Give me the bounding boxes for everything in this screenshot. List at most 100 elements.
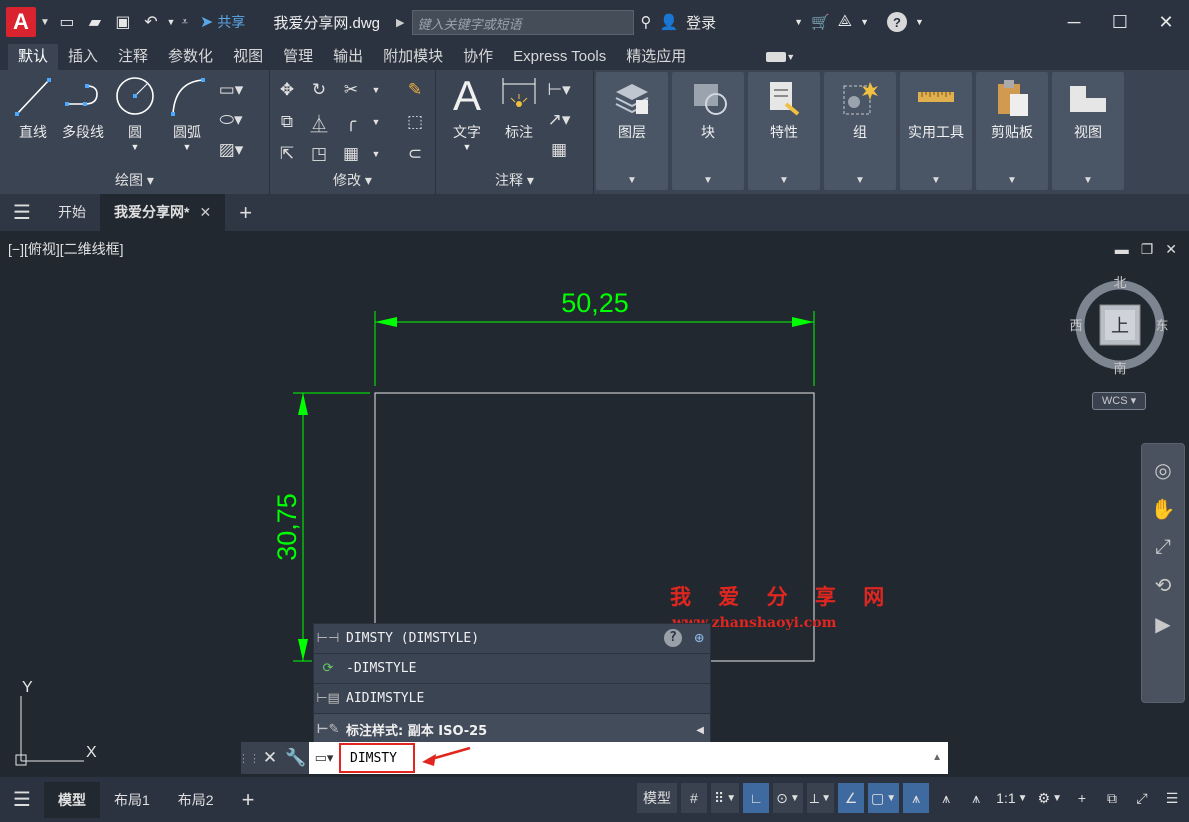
app-dropdown-icon[interactable]: ▼: [860, 17, 869, 27]
circle-tool[interactable]: 圆 ▼: [108, 74, 162, 152]
arc-tool[interactable]: 圆弧 ▼: [160, 74, 214, 152]
tab-current-drawing[interactable]: 我爱分享网* ✕: [100, 194, 226, 231]
trim-dropdown-icon[interactable]: ▼: [370, 78, 382, 102]
viewcube-top-face[interactable]: 上: [1111, 316, 1129, 336]
share-button[interactable]: ➤ 共享: [200, 12, 245, 32]
layers-dropdown-icon[interactable]: ▼: [596, 175, 668, 186]
properties-button[interactable]: 特性 ▼: [748, 72, 820, 190]
properties-dropdown-icon[interactable]: ▼: [748, 175, 820, 186]
isodraft-icon[interactable]: ⟂ ▼: [806, 783, 835, 813]
compass-north[interactable]: 北: [1113, 275, 1126, 290]
expand-left-icon[interactable]: ◀: [696, 725, 704, 736]
undo-icon[interactable]: ↶: [138, 9, 164, 35]
tab-layout1[interactable]: 布局1: [100, 782, 164, 818]
clipboard-dropdown-icon[interactable]: ▼: [976, 175, 1048, 186]
block-button[interactable]: 块 ▼: [672, 72, 744, 190]
ortho-icon[interactable]: ∟: [743, 783, 770, 813]
grid-icon[interactable]: #: [680, 783, 707, 813]
file-tabs-menu-icon[interactable]: ☰: [0, 194, 44, 231]
command-customize-icon[interactable]: 🔧: [283, 742, 309, 774]
tab-model[interactable]: 模型: [44, 781, 100, 818]
tab-layout2[interactable]: 布局2: [164, 782, 228, 818]
draw-panel-title[interactable]: 绘图 ▾: [0, 170, 269, 190]
group-dropdown-icon[interactable]: ▼: [824, 175, 896, 186]
tab-insert[interactable]: 插入: [58, 44, 108, 70]
hatch-icon[interactable]: ▨▾: [218, 138, 244, 162]
tab-default[interactable]: 默认: [8, 44, 59, 70]
tab-collaborate[interactable]: 协作: [453, 44, 503, 70]
command-line-grip-handle[interactable]: ⋮⋮: [238, 742, 260, 774]
help-icon[interactable]: ?: [664, 629, 682, 647]
command-prompt-icon[interactable]: ▭▾: [309, 742, 339, 774]
annotation-scale-icon[interactable]: ⩚: [963, 783, 989, 813]
command-close-icon[interactable]: ✕: [257, 742, 283, 774]
tab-addins[interactable]: 附加模块: [373, 44, 453, 70]
compass-west[interactable]: 西: [1070, 318, 1083, 333]
arc-dropdown-icon[interactable]: ▼: [160, 142, 214, 152]
tab-start[interactable]: 开始: [44, 194, 100, 231]
compass-east[interactable]: 东: [1155, 318, 1168, 333]
block-dropdown-icon[interactable]: ▼: [672, 175, 744, 186]
viewcube[interactable]: 上 北 南 东 西: [1070, 275, 1170, 375]
tab-manage[interactable]: 管理: [273, 44, 323, 70]
zoom-extents-icon[interactable]: ⤢: [1155, 536, 1171, 559]
tab-view[interactable]: 视图: [223, 44, 273, 70]
search-input[interactable]: 键入关键字或短语: [412, 9, 635, 35]
minimize-icon[interactable]: ─: [1051, 0, 1097, 44]
user-icon[interactable]: 👤: [659, 13, 678, 31]
new-file-icon[interactable]: ▭: [54, 9, 80, 35]
explode-icon[interactable]: ⬚: [402, 110, 428, 134]
rotate-icon[interactable]: ↻: [306, 78, 332, 102]
ellipse-icon[interactable]: ⬭▾: [218, 108, 244, 132]
app-menu-dropdown-icon[interactable]: ▼: [40, 17, 50, 28]
move-icon[interactable]: ✥: [274, 78, 300, 102]
mirror-icon[interactable]: ⏅: [306, 110, 332, 134]
object-snap-icon[interactable]: ▢ ▼: [868, 783, 900, 813]
line-tool[interactable]: 直线: [6, 74, 60, 142]
open-folder-icon[interactable]: ▰: [82, 9, 108, 35]
autocomplete-category-dimstyle[interactable]: ⊢✎ 标注样式: 副本 ISO-25 ◀: [314, 714, 710, 744]
horizontal-dimension[interactable]: 50,25: [374, 288, 815, 386]
help-icon[interactable]: ?: [886, 12, 907, 32]
array-icon[interactable]: ▦: [338, 142, 364, 166]
compass-south[interactable]: 南: [1113, 361, 1126, 375]
autocomplete-item-minus-dimstyle[interactable]: ⟳ -DIMSTYLE: [314, 654, 710, 684]
view-button[interactable]: 视图 ▼: [1052, 72, 1124, 190]
annotation-panel-title[interactable]: 注释 ▾: [436, 170, 593, 190]
close-icon[interactable]: ✕: [1143, 0, 1189, 44]
customize-status-icon[interactable]: ☰: [1159, 783, 1185, 813]
command-history-icon[interactable]: ▲: [932, 752, 942, 763]
showmotion-icon[interactable]: ▶: [1155, 612, 1170, 637]
linear-dim-icon[interactable]: ⊢▾: [546, 78, 572, 102]
auto-scale-icon[interactable]: ⩚: [933, 783, 959, 813]
model-space-button[interactable]: 模型: [636, 783, 677, 813]
annotation-visibility-icon[interactable]: ⩚: [903, 783, 930, 813]
annotation-scale-dropdown[interactable]: 1:1 ▼: [993, 783, 1030, 813]
rectangle-icon[interactable]: ▭▾: [218, 78, 244, 102]
erase-icon[interactable]: ✎: [402, 78, 428, 102]
modify-panel-title[interactable]: 修改 ▾: [270, 170, 435, 190]
orbit-icon[interactable]: ⟲: [1155, 573, 1172, 598]
utilities-dropdown-icon[interactable]: ▼: [900, 175, 972, 186]
group-button[interactable]: 组 ▼: [824, 72, 896, 190]
save-icon[interactable]: ▣: [110, 9, 136, 35]
autocomplete-item-dimsty[interactable]: ⊢⊣ DIMSTY (DIMSTYLE) ? ⊕: [314, 624, 710, 654]
new-tab-icon[interactable]: +: [225, 200, 266, 226]
autocomplete-item-aidimstyle[interactable]: ⊢▤ AIDIMSTYLE: [314, 684, 710, 714]
utilities-button[interactable]: 实用工具 ▼: [900, 72, 972, 190]
text-tool[interactable]: A 文字 ▼: [440, 74, 494, 153]
clipboard-button[interactable]: 剪贴板 ▼: [976, 72, 1048, 190]
layers-button[interactable]: 图层 ▼: [596, 72, 668, 190]
isolate-objects-icon[interactable]: ⧉: [1099, 783, 1125, 813]
close-tab-icon[interactable]: ✕: [199, 194, 211, 231]
polyline-tool[interactable]: 多段线: [56, 74, 110, 142]
tab-output[interactable]: 输出: [323, 44, 373, 70]
array-dropdown-icon[interactable]: ▼: [370, 142, 382, 166]
copy-icon[interactable]: ⧉: [274, 110, 300, 134]
new-layout-icon[interactable]: +: [228, 787, 269, 813]
offset-icon[interactable]: ⊂: [402, 142, 428, 166]
command-input[interactable]: DIMSTY: [339, 743, 415, 773]
cart-icon[interactable]: 🛒: [811, 13, 830, 31]
tab-featured-apps[interactable]: 精选应用: [616, 44, 696, 70]
snap-icon[interactable]: ⠿ ▼: [710, 783, 740, 813]
